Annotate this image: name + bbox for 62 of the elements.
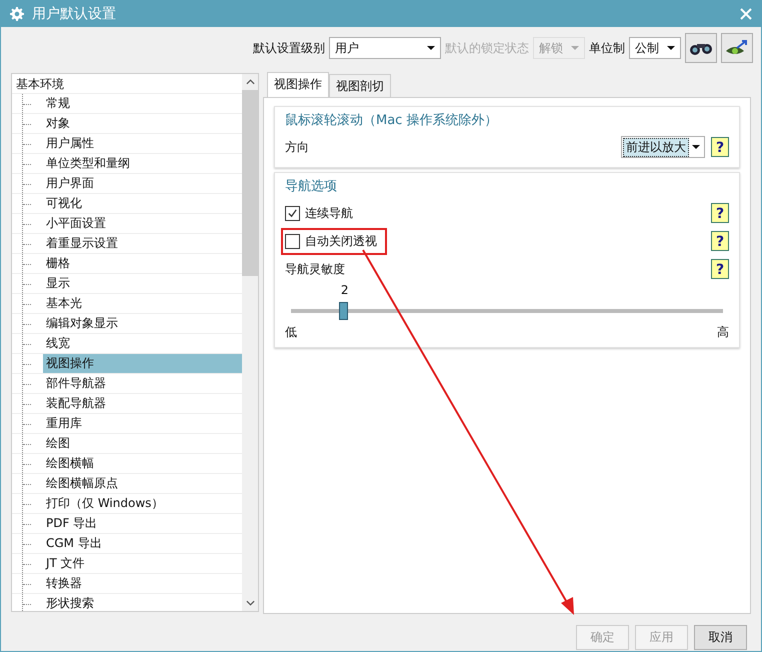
field-label: 默认设置级别 — [253, 40, 325, 56]
field-label: 默认的锁定状态 — [445, 40, 529, 56]
help-icon[interactable]: ? — [711, 259, 729, 279]
tree-item[interactable]: 转换器 — [43, 574, 242, 593]
binoculars-button[interactable] — [685, 33, 717, 63]
tree-item[interactable]: JT 文件 — [43, 554, 242, 573]
eye-arrow-button[interactable] — [721, 33, 753, 63]
scroll-up-icon[interactable] — [246, 79, 254, 85]
tree-item[interactable]: CGM 导出 — [43, 534, 242, 553]
tree-item[interactable]: 用户属性 — [43, 134, 242, 153]
help-icon[interactable]: ? — [711, 231, 729, 251]
tab[interactable]: 视图操作 — [267, 72, 329, 97]
checkbox-label: 连续导航 — [305, 204, 353, 222]
tree-item[interactable]: 小平面设置 — [43, 214, 242, 233]
tree-item[interactable]: 基本环境 — [12, 74, 242, 94]
help-icon[interactable]: ? — [711, 203, 729, 223]
slider-thumb[interactable] — [338, 302, 348, 320]
setting-label: 导航灵敏度 — [285, 260, 346, 278]
tree-item[interactable]: 显示 — [43, 274, 242, 293]
help-icon[interactable]: ? — [711, 137, 729, 157]
tree-item[interactable]: 形状搜索 — [43, 594, 242, 611]
tree-item[interactable]: 绘图 — [43, 434, 242, 453]
tree-item[interactable]: 视图操作 — [43, 354, 242, 373]
slider-value: 2 — [340, 283, 348, 297]
dialog-button[interactable]: 取消 — [694, 625, 747, 650]
tree-item[interactable]: 单位类型和量纲 — [43, 154, 242, 173]
gear-icon — [10, 7, 24, 21]
tree-item[interactable]: PDF 导出 — [43, 514, 242, 533]
checkbox[interactable] — [285, 206, 300, 220]
dropdown[interactable]: 公制 — [629, 37, 681, 59]
tree-item[interactable]: 线宽 — [43, 334, 242, 353]
tree-item[interactable]: 打印（仅 Windows） — [43, 494, 242, 513]
tree-item[interactable]: 着重显示设置 — [43, 234, 242, 253]
field-label: 单位制 — [589, 40, 625, 56]
tree-item[interactable]: 编辑对象显示 — [43, 314, 242, 333]
tree-item[interactable]: 栅格 — [43, 254, 242, 273]
tree-item[interactable]: 用户界面 — [43, 174, 242, 193]
tree-item[interactable]: 绘图横幅原点 — [43, 474, 242, 493]
eye-arrow-icon — [725, 39, 749, 57]
check-icon — [287, 208, 298, 218]
window-title: 用户默认设置 — [32, 5, 117, 23]
tree-item[interactable]: 部件导航器 — [43, 374, 242, 393]
setting-label: 方向 — [285, 138, 310, 156]
tab[interactable]: 视图剖切 — [329, 74, 391, 97]
close-icon[interactable] — [740, 8, 752, 20]
tree-item[interactable]: 装配导航器 — [43, 394, 242, 413]
max-label: 高 — [717, 324, 729, 341]
min-label: 低 — [285, 324, 297, 341]
group-title: 导航选项 — [285, 178, 338, 195]
checkbox[interactable] — [285, 234, 300, 248]
tree-item[interactable]: 常规 — [43, 94, 242, 113]
tree-item[interactable]: 基本光 — [43, 294, 242, 313]
tree-item[interactable]: 重用库 — [43, 414, 242, 433]
tree-item[interactable]: 可视化 — [43, 194, 242, 213]
dropdown[interactable]: 用户 — [329, 37, 441, 59]
checkbox-label: 自动关闭透视 — [305, 232, 377, 250]
scrollbar[interactable] — [242, 74, 258, 611]
scroll-down-icon[interactable] — [246, 600, 254, 606]
tree-item[interactable]: 绘图横幅 — [43, 454, 242, 473]
tree-item[interactable]: 对象 — [43, 114, 242, 133]
group-title: 鼠标滚轮滚动（Mac 操作系统除外） — [285, 112, 498, 129]
dropdown[interactable]: 前进以放大 — [621, 136, 705, 158]
